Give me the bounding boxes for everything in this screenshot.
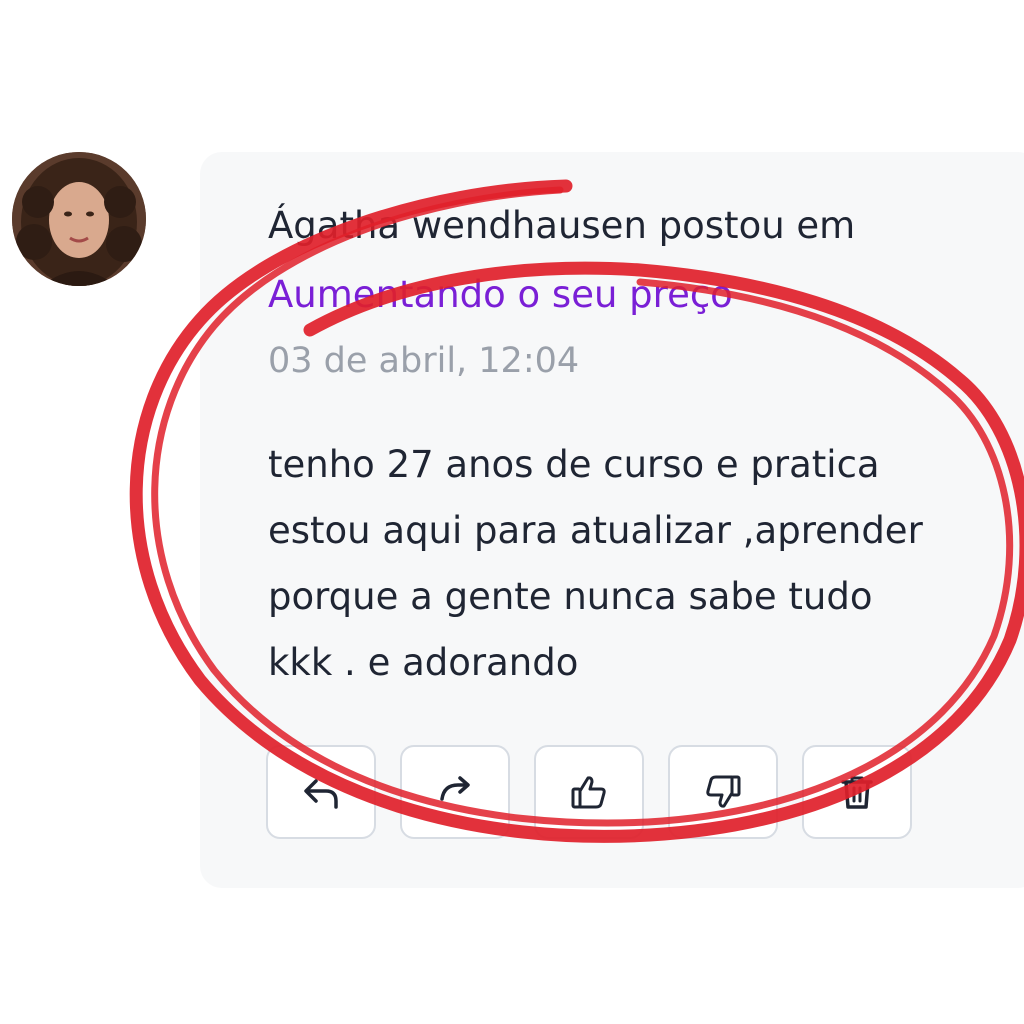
share-icon [440,776,470,801]
post-author[interactable]: Ágatha wendhausen [268,204,647,247]
delete-button[interactable] [802,745,912,839]
thumbs-down-icon [706,775,741,808]
trash-icon [841,776,873,809]
post-actions [266,745,912,839]
post-body-line: tenho 27 anos de curso e pratica [268,443,880,486]
post-body: tenho 27 anos de curso e pratica estou a… [268,432,998,696]
post-verb: postou em [658,204,856,247]
avatar-photo [12,152,146,286]
post-date: 03 de abril, 12:04 [268,341,580,381]
avatar[interactable] [12,152,146,286]
post-header: Ágatha wendhausen postou em [268,204,1008,247]
reply-button[interactable] [266,745,376,839]
post-body-line: estou aqui para atualizar ,aprender [268,509,923,552]
post-topic-link[interactable]: Aumentando o seu preço [268,274,733,316]
reply-icon [304,779,338,809]
like-button[interactable] [534,745,644,839]
thumbs-up-icon [571,776,606,809]
post-body-line: kkk . e adorando [268,641,579,684]
screenshot-stage: Ágatha wendhausen postou em Aumentando o… [0,0,1024,1024]
post-body-line: porque a gente nunca sabe tudo [268,575,873,618]
share-button[interactable] [400,745,510,839]
dislike-button[interactable] [668,745,778,839]
